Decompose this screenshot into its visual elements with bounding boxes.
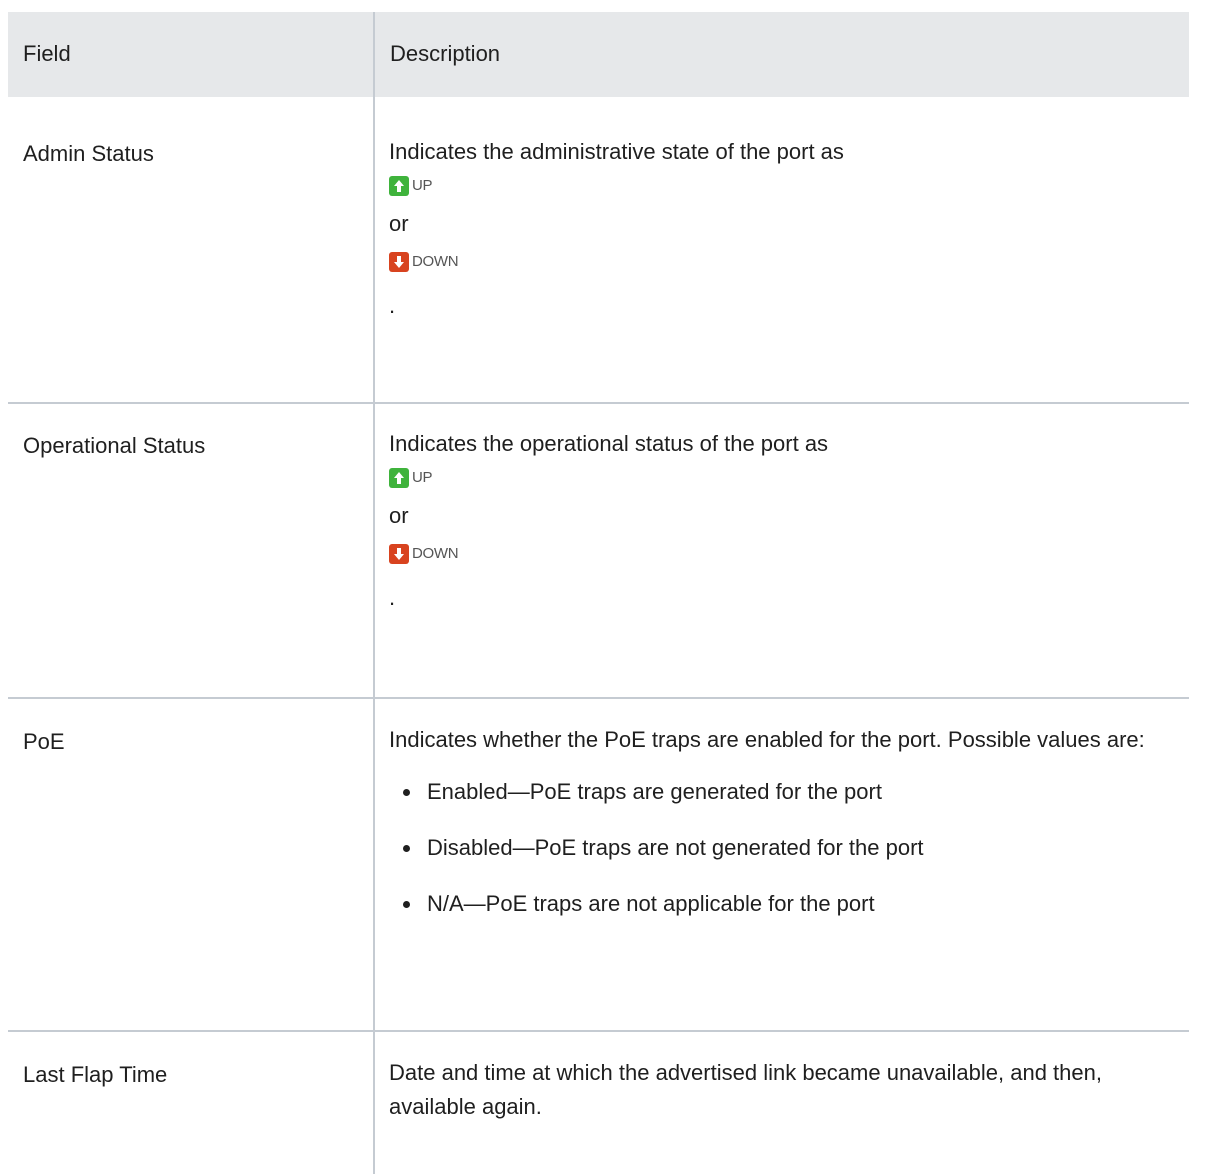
or-text: or — [389, 211, 409, 236]
desc-poe: Indicates whether the PoE traps are enab… — [389, 723, 1179, 943]
period-text: . — [389, 293, 396, 318]
status-down-label: DOWN — [412, 253, 459, 270]
arrow-up-icon — [389, 468, 409, 488]
status-up: UP — [389, 169, 1179, 203]
desc-text: Indicates the administrative state of th… — [389, 139, 844, 164]
arrow-down-icon — [389, 544, 409, 564]
row-separator — [8, 402, 1189, 404]
arrow-down-icon — [389, 252, 409, 272]
status-down-label: DOWN — [412, 545, 459, 562]
column-divider — [373, 12, 375, 1174]
poe-values-list: Enabled—PoE traps are generated for the … — [389, 775, 1179, 921]
header-description: Description — [390, 41, 501, 66]
row-separator — [8, 1030, 1189, 1032]
arrow-up-icon — [389, 176, 409, 196]
list-item: Disabled—PoE traps are not generated for… — [389, 831, 1179, 865]
status-down: DOWN — [389, 245, 1179, 279]
status-up-label: UP — [412, 177, 433, 194]
list-item: Enabled—PoE traps are generated for the … — [389, 775, 1179, 809]
field-admin-status: Admin Status — [23, 141, 154, 166]
row-separator — [8, 697, 1189, 699]
status-up-label: UP — [412, 469, 433, 486]
field-description-table: Field Description Admin Status Indicates… — [8, 12, 1189, 1174]
desc-operational-status: Indicates the operational status of the … — [389, 427, 1179, 615]
field-operational-status: Operational Status — [23, 433, 206, 458]
list-item: N/A—PoE traps are not applicable for the… — [389, 887, 1179, 921]
status-up: UP — [389, 461, 1179, 495]
status-down: DOWN — [389, 537, 1179, 571]
period-text: . — [389, 585, 396, 610]
header-field: Field — [23, 41, 71, 66]
desc-text: Indicates the operational status of the … — [389, 431, 829, 456]
or-text: or — [389, 503, 409, 528]
field-poe: PoE — [23, 729, 65, 754]
desc-admin-status: Indicates the administrative state of th… — [389, 135, 1179, 323]
field-last-flap-time: Last Flap Time — [23, 1062, 168, 1087]
desc-last-flap-time: Date and time at which the advertised li… — [389, 1060, 1102, 1119]
table-header: Field Description — [8, 12, 1189, 97]
desc-text: Indicates whether the PoE traps are enab… — [389, 727, 1145, 752]
